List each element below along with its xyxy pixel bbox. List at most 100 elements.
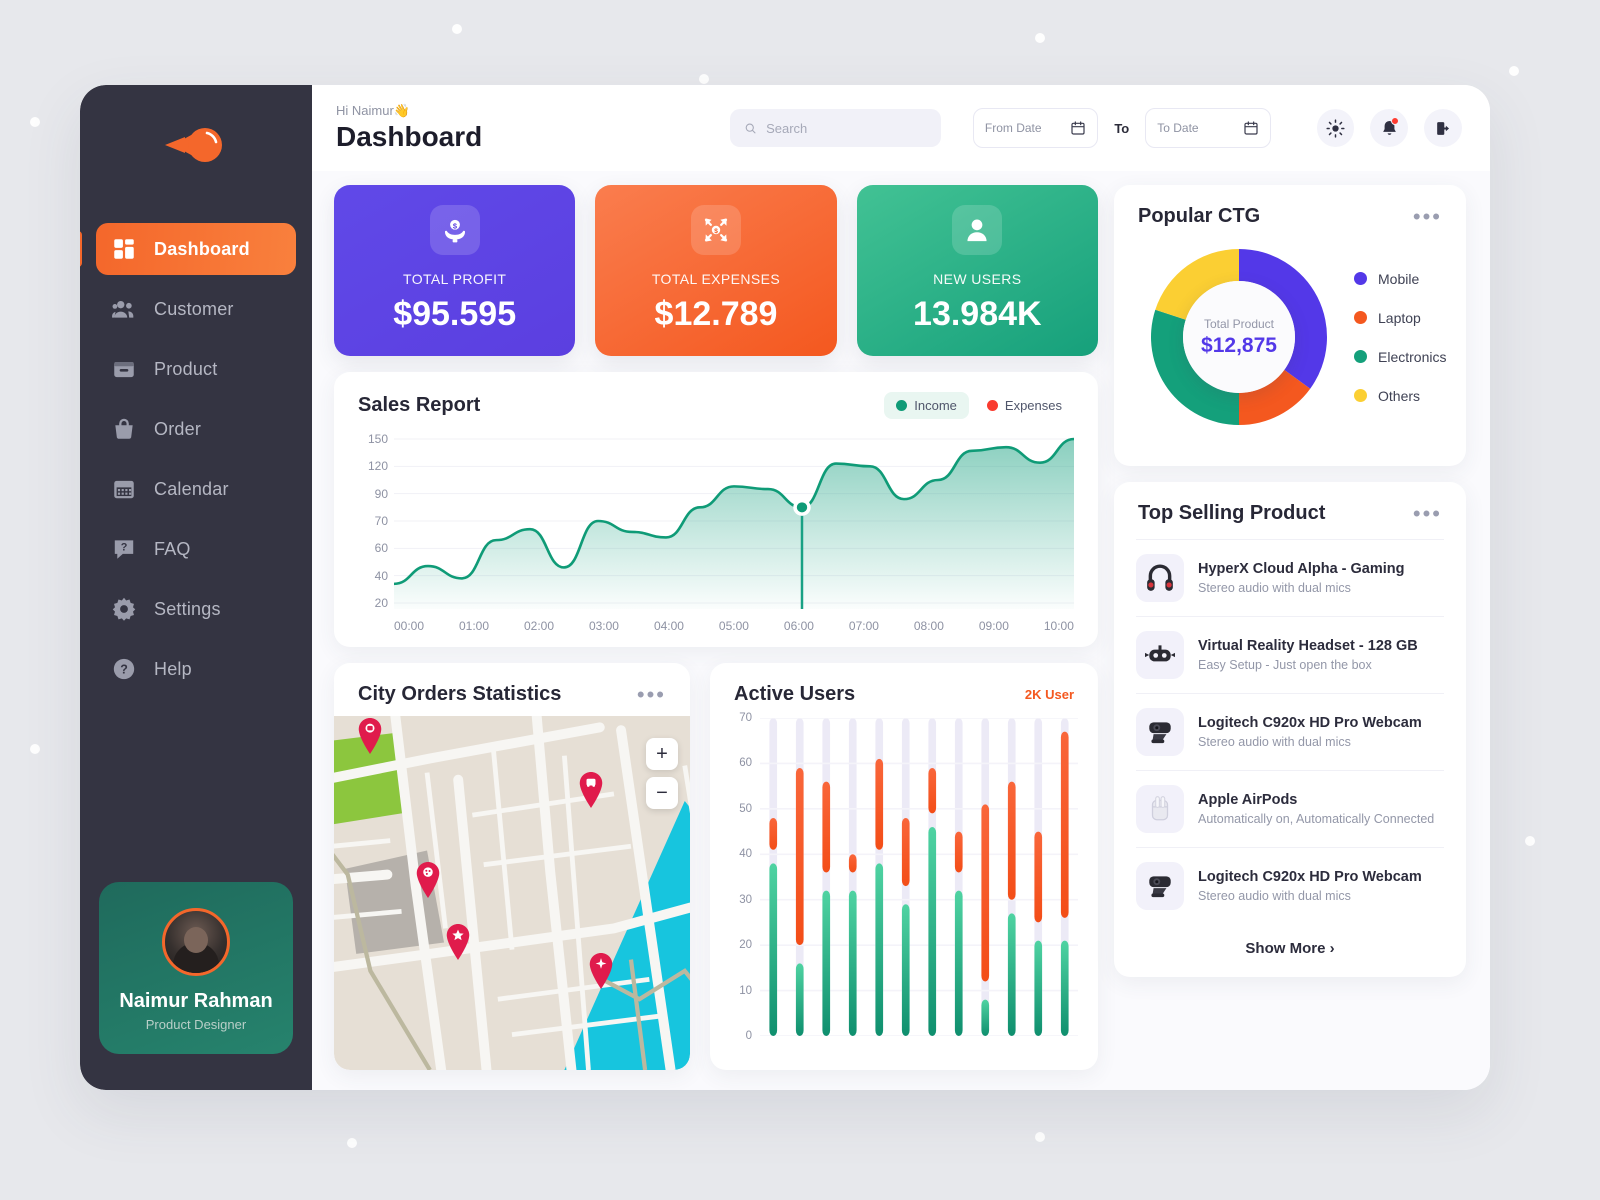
map-pin-bus-pin[interactable] — [577, 772, 605, 808]
bar-expenses — [1007, 781, 1016, 900]
y-tick: 0 — [745, 1030, 752, 1042]
background-dot — [30, 117, 40, 127]
popular-ctg-menu-button[interactable]: ••• — [1413, 205, 1442, 227]
notifications-button[interactable] — [1370, 109, 1409, 147]
list-item[interactable]: Apple AirPods Automatically on, Automatic… — [1136, 770, 1444, 847]
show-more-button[interactable]: Show More › — [1114, 924, 1466, 977]
from-date-field[interactable]: From Date — [972, 108, 1099, 148]
legend-swatch — [1354, 272, 1367, 285]
sidebar-item-faq[interactable]: ? FAQ — [96, 523, 296, 575]
y-tick: 10 — [739, 984, 752, 997]
active-users-title: Active Users — [734, 683, 856, 705]
list-item[interactable]: Logitech C920x HD Pro Webcam Stereo audio… — [1136, 693, 1444, 770]
ctg-legend-electronics[interactable]: Electronics — [1354, 349, 1446, 365]
city-orders-header: City Orders Statistics ••• — [334, 663, 690, 706]
bar-income — [848, 890, 857, 1036]
bar-expenses — [1060, 731, 1069, 918]
svg-text:?: ? — [121, 542, 128, 554]
bag-icon — [110, 415, 138, 443]
sidebar-item-settings[interactable]: Settings — [96, 583, 296, 635]
legend-item-income[interactable]: Income — [884, 392, 969, 419]
list-item[interactable]: Logitech C920x HD Pro Webcam Stereo audio… — [1136, 847, 1444, 924]
active-users-header: Active Users 2K User — [710, 663, 1098, 706]
to-date-field[interactable]: To Date — [1145, 108, 1271, 148]
app-logo[interactable] — [80, 85, 312, 205]
sidebar-item-label: Help — [154, 658, 192, 679]
chevron-right-icon: › — [1329, 940, 1335, 957]
stat-card-new-users: NEW USERS 13.984K — [856, 185, 1098, 356]
background-dot — [30, 744, 40, 754]
top-selling-menu-button[interactable]: ••• — [1413, 502, 1442, 524]
map-pin-airport-pin[interactable] — [587, 953, 615, 989]
sales-report-header: Sales Report Income Expenses — [334, 372, 1098, 419]
sidebar-item-calendar[interactable]: Calendar — [96, 463, 296, 515]
legend-label: Others — [1378, 387, 1421, 404]
sidebar-item-product[interactable]: Product — [96, 343, 296, 395]
sidebar-item-label: Settings — [154, 598, 221, 619]
search-input[interactable] — [766, 120, 927, 136]
active-users-badge: 2K User — [1024, 687, 1074, 702]
logout-button[interactable] — [1424, 109, 1462, 147]
top-bar: Hi Naimur👋 Dashboard From Date — [312, 85, 1490, 171]
list-item[interactable]: HyperX Cloud Alpha - Gaming Stereo audio … — [1136, 539, 1444, 616]
y-tick: 20 — [739, 939, 752, 952]
y-tick: 30 — [739, 893, 752, 906]
theme-toggle-button[interactable] — [1316, 109, 1355, 147]
map-zoom-in-button[interactable]: + — [646, 738, 678, 770]
y-tick: 20 — [374, 596, 388, 610]
map-pin-shop-pin[interactable] — [356, 718, 384, 754]
sidebar-item-label: FAQ — [154, 538, 191, 559]
webcam-icon — [1136, 862, 1184, 910]
page-heading: Hi Naimur👋 Dashboard — [336, 103, 714, 153]
search-icon — [745, 123, 756, 133]
legend-label: Mobile — [1378, 270, 1420, 287]
product-name: Logitech C920x HD Pro Webcam — [1198, 869, 1422, 885]
legend-item-expenses[interactable]: Expenses — [975, 392, 1074, 419]
ctg-legend-mobile[interactable]: Mobile — [1354, 271, 1446, 287]
x-tick: 01:00 — [458, 619, 490, 633]
search-box[interactable] — [729, 109, 941, 147]
bar-expenses — [822, 781, 831, 873]
donut-center-label: Total Product — [1203, 316, 1275, 331]
bar-income — [928, 827, 937, 1036]
gear-icon — [110, 595, 138, 623]
sidebar-item-customer[interactable]: Customer — [96, 283, 296, 335]
question-bubble-icon: ? — [110, 535, 138, 563]
sales-area-svg — [393, 437, 1075, 609]
map-view[interactable]: + − — [334, 716, 690, 1070]
map-pin-star-pin[interactable] — [444, 924, 472, 960]
donut-center: Total Product $12,875 — [1183, 281, 1295, 393]
stat-label: TOTAL EXPENSES — [651, 271, 781, 287]
stat-card-total-expenses: $ TOTAL EXPENSES $12.789 — [595, 185, 837, 356]
ctg-legend-laptop[interactable]: Laptop — [1354, 310, 1446, 326]
popular-ctg-card: Popular CTG ••• Total Product $12,875 Mo… — [1114, 185, 1466, 466]
background-dot — [1035, 1132, 1045, 1142]
background-dot — [1509, 66, 1519, 76]
sidebar-nav: Dashboard Customer Product Order Calendar? FA… — [80, 223, 312, 703]
bar-income — [795, 963, 804, 1036]
map-zoom-out-button[interactable]: − — [646, 777, 678, 809]
background-dot — [1035, 33, 1045, 43]
map-pin-palette-pin[interactable] — [414, 862, 442, 898]
bar-income — [1060, 940, 1069, 1036]
sidebar-item-help[interactable]: ? Help — [96, 643, 296, 695]
list-item[interactable]: Virtual Reality Headset - 128 GB Easy Set… — [1136, 616, 1444, 693]
background-dot — [699, 74, 709, 84]
main-area: Hi Naimur👋 Dashboard From Date — [312, 85, 1490, 1090]
product-description: Stereo audio with dual mics — [1198, 581, 1351, 595]
x-tick: 04:00 — [653, 619, 684, 633]
sidebar-item-order[interactable]: Order — [96, 403, 296, 455]
left-column: $ TOTAL PROFIT $95.595 $ TOTAL EXPENSES $12.7… — [334, 185, 1098, 1070]
x-tick: 06:00 — [783, 619, 814, 633]
stat-label: NEW USERS — [933, 271, 1022, 287]
sidebar-profile-card[interactable]: Naimur Rahman Product Designer — [99, 882, 293, 1054]
sidebar: Dashboard Customer Product Order Calendar? FA… — [80, 85, 312, 1090]
sales-report-chart: 20 40 60 70 90 120 150 00:00 01:00 02:00… — [344, 432, 1075, 633]
expense-arrows-icon: $ — [690, 205, 741, 255]
users-icon — [110, 295, 138, 323]
y-tick: 90 — [374, 486, 388, 501]
city-orders-menu-button[interactable]: ••• — [637, 683, 666, 705]
sidebar-item-dashboard[interactable]: Dashboard — [80, 223, 296, 275]
bottom-row: City Orders Statistics ••• + − Active Us… — [334, 663, 1098, 1070]
ctg-legend-others[interactable]: Others — [1354, 388, 1446, 404]
